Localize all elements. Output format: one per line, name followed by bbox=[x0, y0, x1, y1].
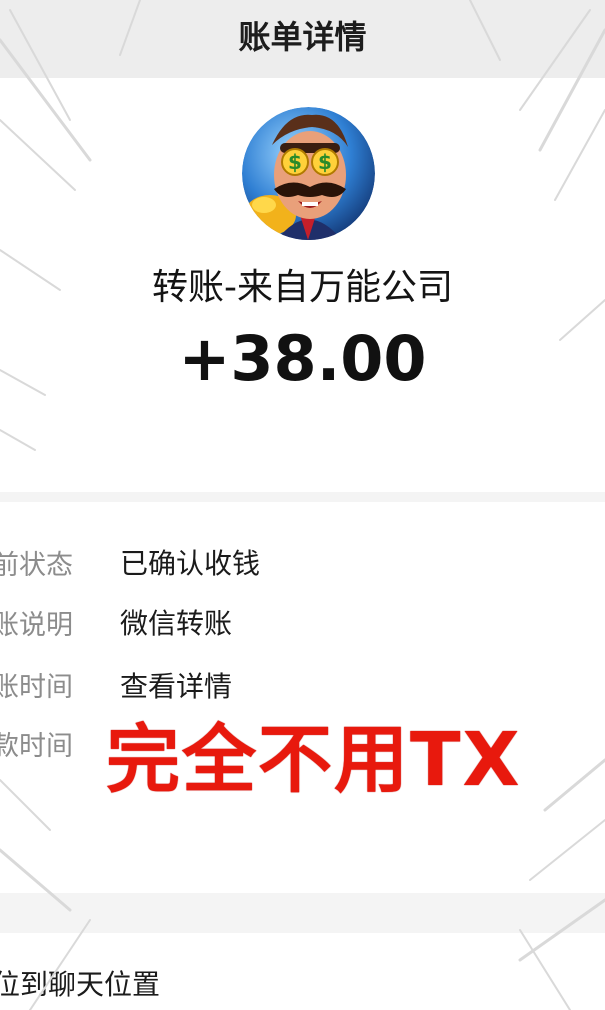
transfer-time-label: 账时间 bbox=[0, 672, 73, 703]
status-label: 前状态 bbox=[0, 550, 73, 581]
bottom-divider bbox=[0, 893, 605, 933]
svg-text:$: $ bbox=[288, 150, 302, 174]
section-divider bbox=[0, 492, 605, 502]
svg-text:$: $ bbox=[318, 150, 332, 174]
promo-overlay-text: 完全不用TX bbox=[106, 717, 522, 803]
avatar: $ $ bbox=[242, 107, 375, 240]
status-value: 已确认收钱 bbox=[120, 547, 261, 580]
description-value: 微信转账 bbox=[120, 607, 233, 640]
view-details-link[interactable]: 查看详情 bbox=[120, 665, 232, 705]
description-label: 账说明 bbox=[0, 610, 73, 641]
cartoon-avatar-icon: $ $ bbox=[242, 107, 375, 240]
locate-chat-button[interactable]: 位到聊天位置 bbox=[0, 963, 160, 1003]
page-title: 账单详情 bbox=[238, 18, 367, 56]
amount-value: +38.00 bbox=[178, 322, 427, 395]
receive-time-label: 款时间 bbox=[0, 731, 73, 762]
header-bar: 账单详情 bbox=[0, 0, 605, 78]
payer-label: 转账-来自万能公司 bbox=[152, 267, 453, 308]
